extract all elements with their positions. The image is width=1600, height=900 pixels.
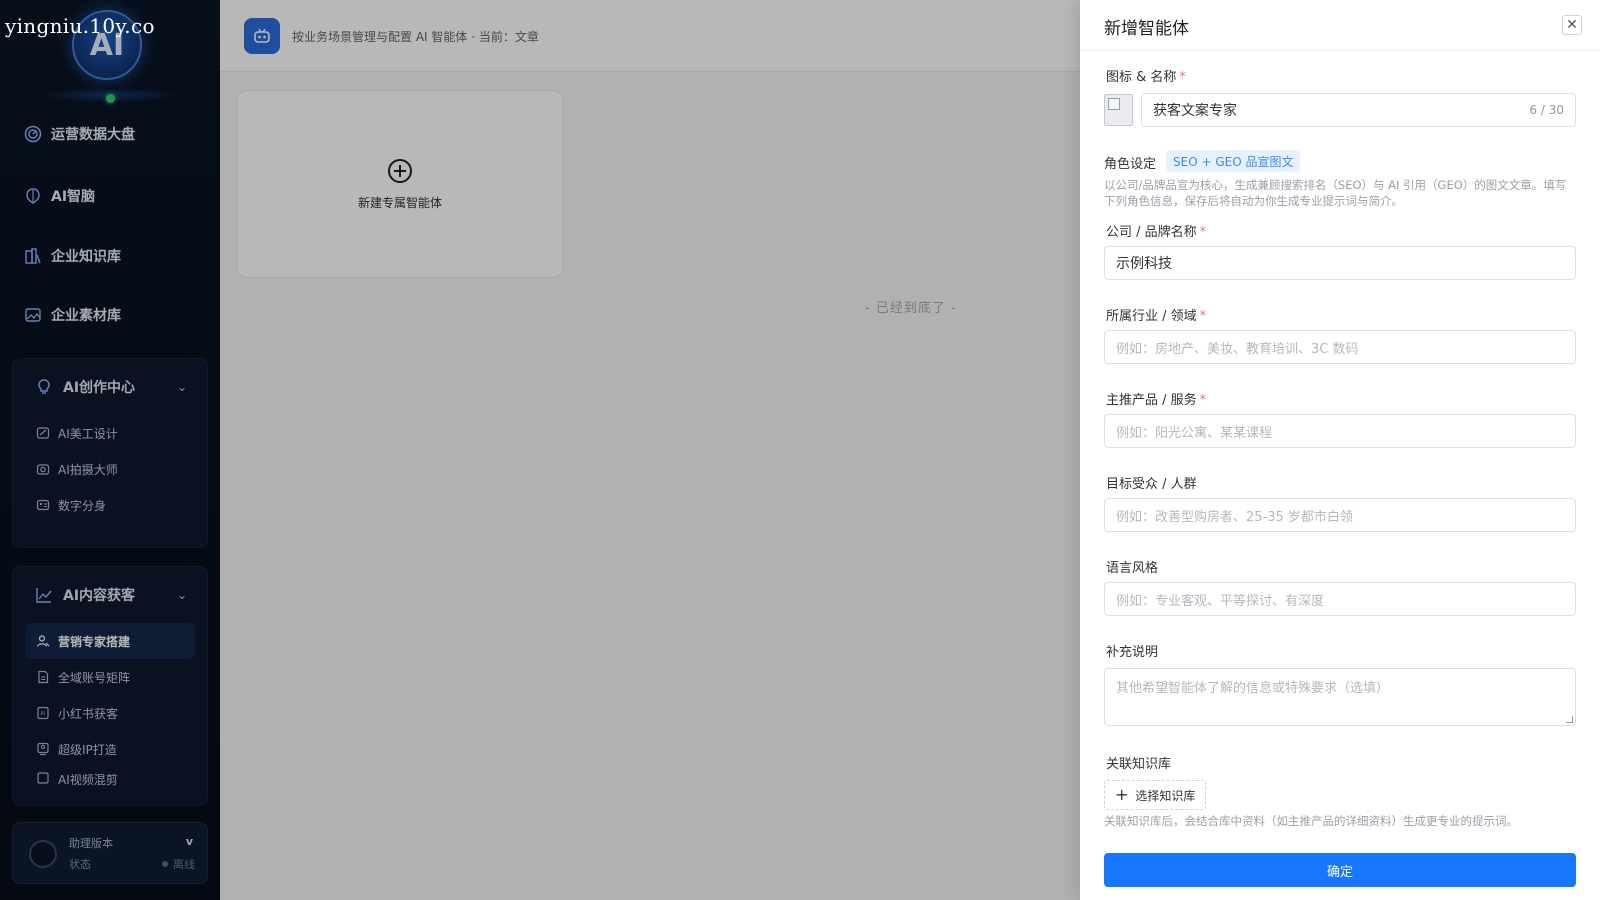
select-kb-label: 选择知识库 [1135, 788, 1196, 803]
agent-name-value: 获客文案专家 [1153, 103, 1237, 119]
audience-placeholder: 例如：改善型购房者、25-35 岁都市白领 [1116, 509, 1353, 525]
audience-label: 目标受众 / 人群 [1106, 477, 1197, 492]
industry-input[interactable]: 例如：房地产、美妆、教育培训、3C 数码 [1104, 330, 1576, 364]
drawer-title: 新增智能体 [1104, 19, 1189, 39]
icon-name-label: 图标 & 名称 * [1106, 70, 1186, 85]
knowledge-base-label: 关联知识库 [1106, 757, 1172, 772]
char-counter: 6 / 30 [1529, 103, 1564, 117]
close-icon[interactable]: ✕ [1562, 15, 1582, 35]
style-label: 语言风格 [1106, 561, 1159, 576]
product-placeholder: 例如：阳光公寓、某某课程 [1116, 425, 1273, 441]
company-input[interactable]: 示例科技 [1104, 246, 1576, 280]
watermark-text: yingniu.10y.co [5, 14, 155, 38]
select-knowledge-base-button[interactable]: + 选择知识库 [1104, 780, 1207, 810]
role-help-text: 以公司/品牌品宣为核心，生成兼顾搜索排名（SEO）与 AI 引用（GEO）的图文… [1104, 178, 1567, 208]
style-input[interactable]: 例如：专业客观、平等探讨、有深度 [1104, 582, 1576, 616]
notes-textarea[interactable]: 其他希望智能体了解的信息或特殊要求（选填） [1104, 668, 1576, 726]
agent-name-input[interactable]: 获客文案专家 6 / 30 [1141, 93, 1576, 127]
style-placeholder: 例如：专业客观、平等探讨、有深度 [1116, 593, 1325, 609]
notes-label: 补充说明 [1106, 645, 1159, 660]
notes-placeholder: 其他希望智能体了解的信息或特殊要求（选填） [1116, 681, 1390, 696]
resize-handle-icon[interactable] [1566, 716, 1573, 723]
confirm-button[interactable]: 确定 [1104, 853, 1576, 887]
company-value: 示例科技 [1116, 256, 1172, 272]
plus-icon: + [1115, 785, 1129, 804]
company-label: 公司 / 品牌名称 * [1106, 225, 1207, 240]
role-label: 角色设定 [1104, 157, 1157, 172]
industry-label: 所属行业 / 领域 * [1106, 309, 1207, 324]
audience-input[interactable]: 例如：改善型购房者、25-35 岁都市白领 [1104, 498, 1576, 532]
drawer-header: 新增智能体 ✕ [1080, 0, 1600, 51]
knowledge-base-help: 关联知识库后，会结合库中资料（如主推产品的详细资料）生成更专业的提示词。 [1104, 814, 1518, 828]
role-tag: SEO + GEO 品宣图文 [1166, 150, 1301, 172]
product-label: 主推产品 / 服务 * [1106, 393, 1207, 408]
new-agent-drawer: 新增智能体 ✕ 图标 & 名称 * 获客文案专家 6 / 30 角色设定 SEO … [1080, 0, 1600, 900]
broken-image-icon [1108, 98, 1120, 110]
product-input[interactable]: 例如：阳光公寓、某某课程 [1104, 414, 1576, 448]
agent-icon-picker[interactable] [1104, 94, 1133, 126]
industry-placeholder: 例如：房地产、美妆、教育培训、3C 数码 [1116, 341, 1359, 357]
